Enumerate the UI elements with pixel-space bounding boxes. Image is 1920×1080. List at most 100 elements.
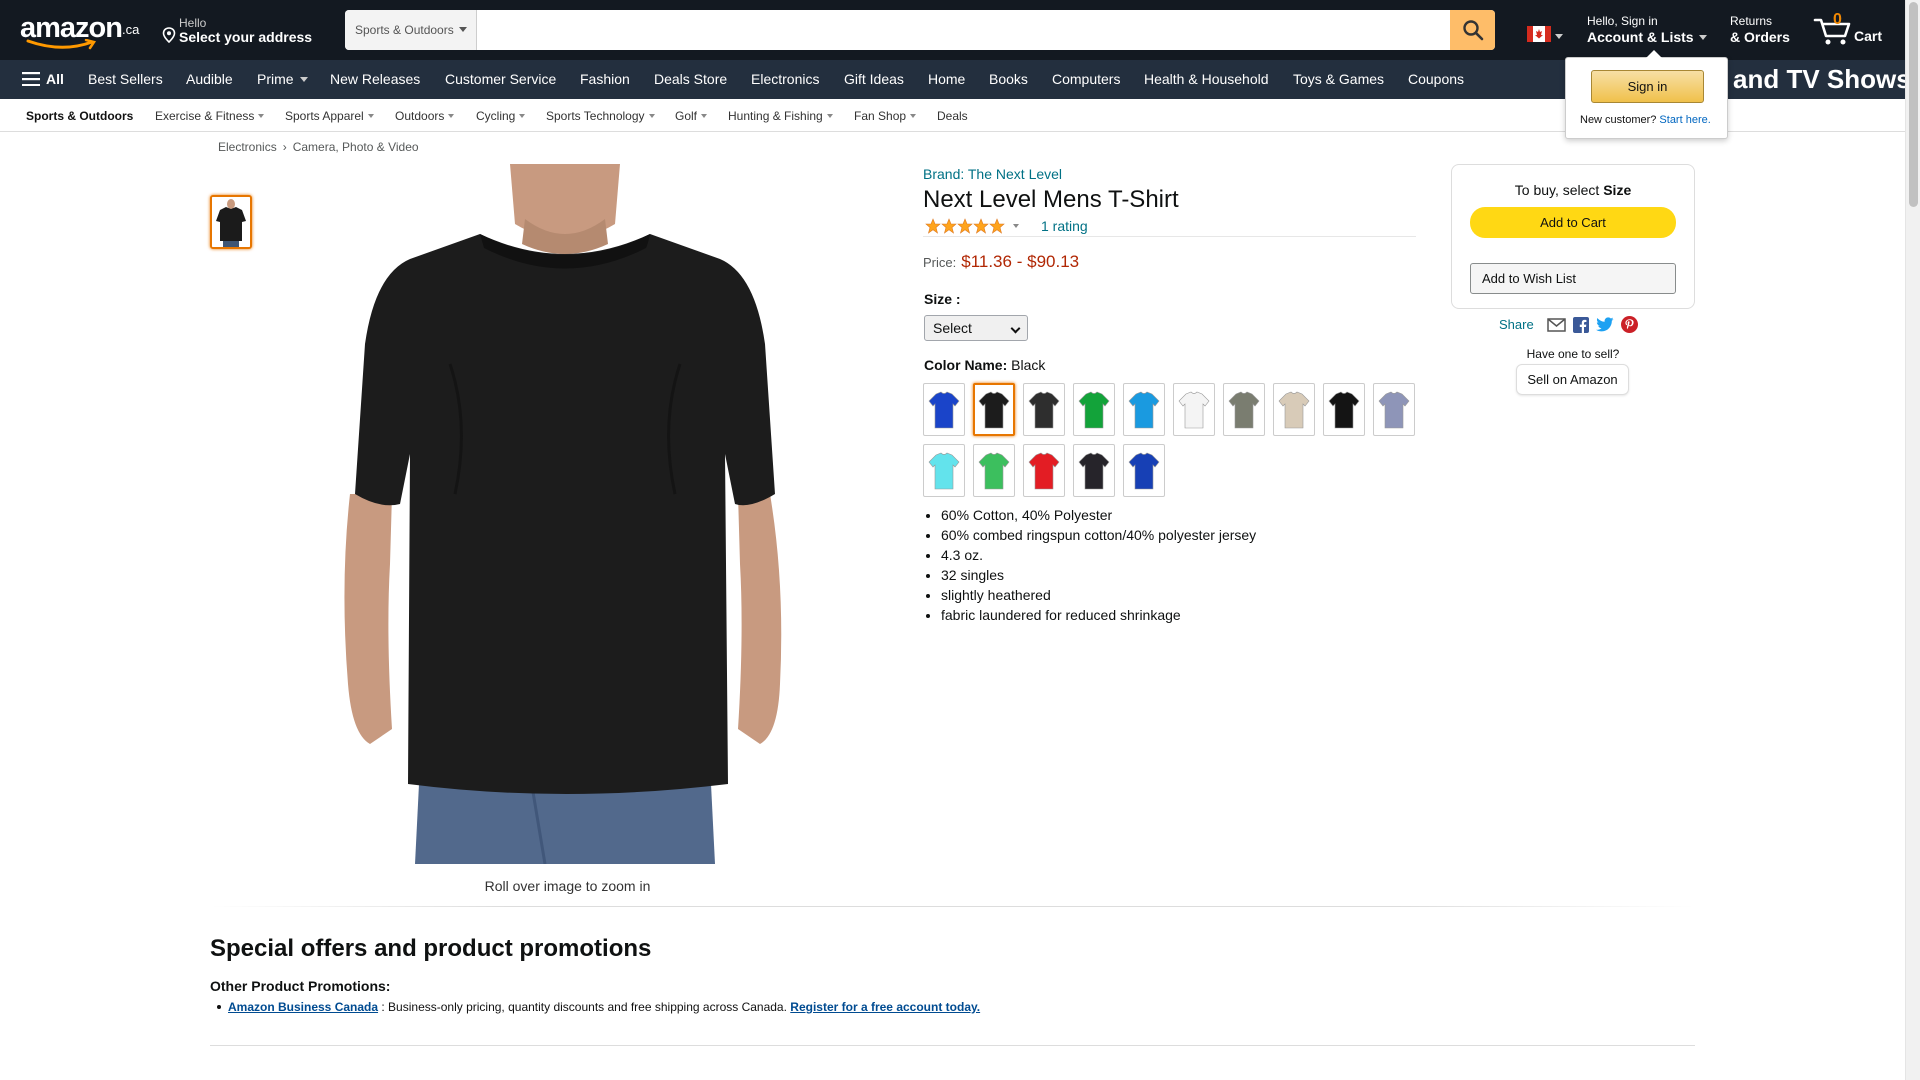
tshirt-swatch-icon [1028, 391, 1060, 428]
nav-fashion[interactable]: Fashion [580, 71, 630, 87]
amazon-business-link[interactable]: Amazon Business Canada [228, 1000, 378, 1014]
nav-promo-banner[interactable]: and TV Shows [1733, 64, 1905, 95]
logo-smile-icon [26, 39, 97, 50]
address-select: Select your address [179, 29, 313, 45]
section-divider [210, 1045, 1695, 1046]
breadcrumb-electronics[interactable]: Electronics [218, 140, 277, 154]
color-swatch[interactable] [1123, 383, 1165, 436]
tshirt-swatch-icon [1078, 391, 1110, 428]
all-menu-button[interactable]: All [22, 71, 64, 87]
nav-coupons[interactable]: Coupons [1408, 71, 1464, 87]
scrollbar-thumb[interactable] [1909, 2, 1918, 207]
nav-health-household[interactable]: Health & Household [1144, 71, 1269, 87]
product-thumbnail[interactable] [210, 195, 252, 249]
email-icon[interactable] [1546, 317, 1566, 332]
facebook-icon[interactable] [1572, 316, 1589, 333]
cart-button[interactable]: 0 Cart [1813, 10, 1893, 50]
category-outdoors[interactable]: Outdoors [395, 109, 455, 123]
category-label: Exercise & Fitness [155, 109, 255, 123]
category-hunting-fishing[interactable]: Hunting & Fishing [728, 109, 833, 123]
category-sports-outdoors[interactable]: Sports & Outdoors [26, 109, 133, 123]
feature-bullet: 4.3 oz. [941, 548, 1256, 562]
nav-best-sellers[interactable]: Best Sellers [88, 71, 163, 87]
zoom-hint: Roll over image to zoom in [484, 878, 651, 894]
color-swatch[interactable] [1023, 444, 1065, 497]
chevron-down-icon [910, 114, 917, 118]
chevron-down-icon [1555, 34, 1563, 39]
nav-toys-games[interactable]: Toys & Games [1293, 71, 1384, 87]
rating-count-link[interactable]: 1 rating [1041, 218, 1088, 234]
color-swatch[interactable] [973, 383, 1015, 436]
price-separator: - [1016, 252, 1023, 271]
tshirt-product-image [330, 164, 800, 864]
color-swatch[interactable] [1173, 383, 1215, 436]
account-lists-menu[interactable]: Hello, Sign in Account & Lists [1587, 14, 1712, 48]
color-swatch[interactable] [1073, 383, 1115, 436]
category-cycling[interactable]: Cycling [476, 109, 526, 123]
language-country-selector[interactable] [1527, 26, 1563, 42]
nav-new-releases[interactable]: New Releases [330, 71, 420, 87]
breadcrumb: Electronics › Camera, Photo & Video [218, 140, 419, 154]
main-product-image[interactable] [330, 164, 800, 864]
color-swatch[interactable] [1023, 383, 1065, 436]
feature-bullet: fabric laundered for reduced shrinkage [941, 608, 1256, 622]
twitter-icon[interactable] [1595, 317, 1614, 332]
category-golf[interactable]: Golf [675, 109, 708, 123]
sell-on-amazon-button[interactable]: Sell on Amazon [1516, 364, 1629, 395]
category-fan-shop[interactable]: Fan Shop [854, 109, 917, 123]
add-to-wishlist-button[interactable]: Add to Wish List [1470, 263, 1676, 294]
five-star-rating-icon[interactable] [925, 218, 1007, 234]
tshirt-swatch-icon [1328, 391, 1360, 428]
chevron-down-icon[interactable] [1013, 224, 1019, 228]
pinterest-icon[interactable] [1620, 316, 1638, 333]
nav-computers[interactable]: Computers [1052, 71, 1120, 87]
search-button[interactable] [1450, 10, 1495, 50]
size-select-dropdown[interactable]: Select [924, 315, 1028, 341]
add-to-cart-button[interactable]: Add to Cart [1470, 207, 1676, 238]
category-sports-apparel[interactable]: Sports Apparel [285, 109, 374, 123]
feature-bullet: 32 singles [941, 568, 1256, 582]
brand-link[interactable]: Brand: The Next Level [923, 166, 1062, 182]
deliver-to-address[interactable]: Hello Select your address [160, 14, 320, 48]
search-input[interactable] [477, 10, 1447, 50]
start-here-link[interactable]: Start here. [1659, 114, 1710, 126]
color-swatch[interactable] [973, 444, 1015, 497]
nav-books[interactable]: Books [989, 71, 1028, 87]
nav-prime[interactable]: Prime [257, 71, 308, 87]
color-swatch[interactable] [923, 444, 965, 497]
chevron-down-icon [448, 114, 455, 118]
nav-gift-ideas[interactable]: Gift Ideas [844, 71, 904, 87]
category-label: Cycling [476, 109, 516, 123]
color-swatch[interactable] [1223, 383, 1265, 436]
nav-electronics[interactable]: Electronics [751, 71, 819, 87]
color-name-row: Color Name: Black [924, 357, 1045, 373]
tshirt-swatch-icon [1128, 452, 1160, 489]
logo-tld: .ca [122, 22, 140, 37]
nav-home[interactable]: Home [928, 71, 965, 87]
tshirt-swatch-icon [1028, 452, 1060, 489]
top-nav-bar: amazon .ca Hello Select your address Spo… [0, 0, 1905, 60]
size-label: Size : [924, 291, 961, 307]
sign-in-button[interactable]: Sign in [1591, 70, 1704, 103]
register-link[interactable]: Register for a free account today. [790, 1000, 980, 1014]
category-deals[interactable]: Deals [937, 109, 968, 123]
color-swatch[interactable] [923, 383, 965, 436]
cart-count: 0 [1833, 11, 1842, 28]
page-scrollbar[interactable] [1905, 0, 1920, 1080]
returns-orders-link[interactable]: Returns & Orders [1730, 14, 1800, 48]
breadcrumb-camera-photo-video[interactable]: Camera, Photo & Video [293, 140, 419, 154]
category-sports-technology[interactable]: Sports Technology [546, 109, 655, 123]
search-category-dropdown[interactable]: Sports & Outdoors [345, 10, 477, 50]
color-swatch[interactable] [1273, 383, 1315, 436]
nav-customer-service[interactable]: Customer Service [445, 71, 556, 87]
tshirt-thumbnail-image [212, 197, 250, 247]
tshirt-swatch-icon [1378, 391, 1410, 428]
color-swatch[interactable] [1073, 444, 1115, 497]
color-swatch[interactable] [1123, 444, 1165, 497]
amazon-logo[interactable]: amazon .ca [20, 12, 145, 50]
color-swatch[interactable] [1373, 383, 1415, 436]
color-swatch[interactable] [1323, 383, 1365, 436]
category-exercise-fitness[interactable]: Exercise & Fitness [155, 109, 265, 123]
nav-audible[interactable]: Audible [186, 71, 233, 87]
nav-deals-store[interactable]: Deals Store [654, 71, 727, 87]
